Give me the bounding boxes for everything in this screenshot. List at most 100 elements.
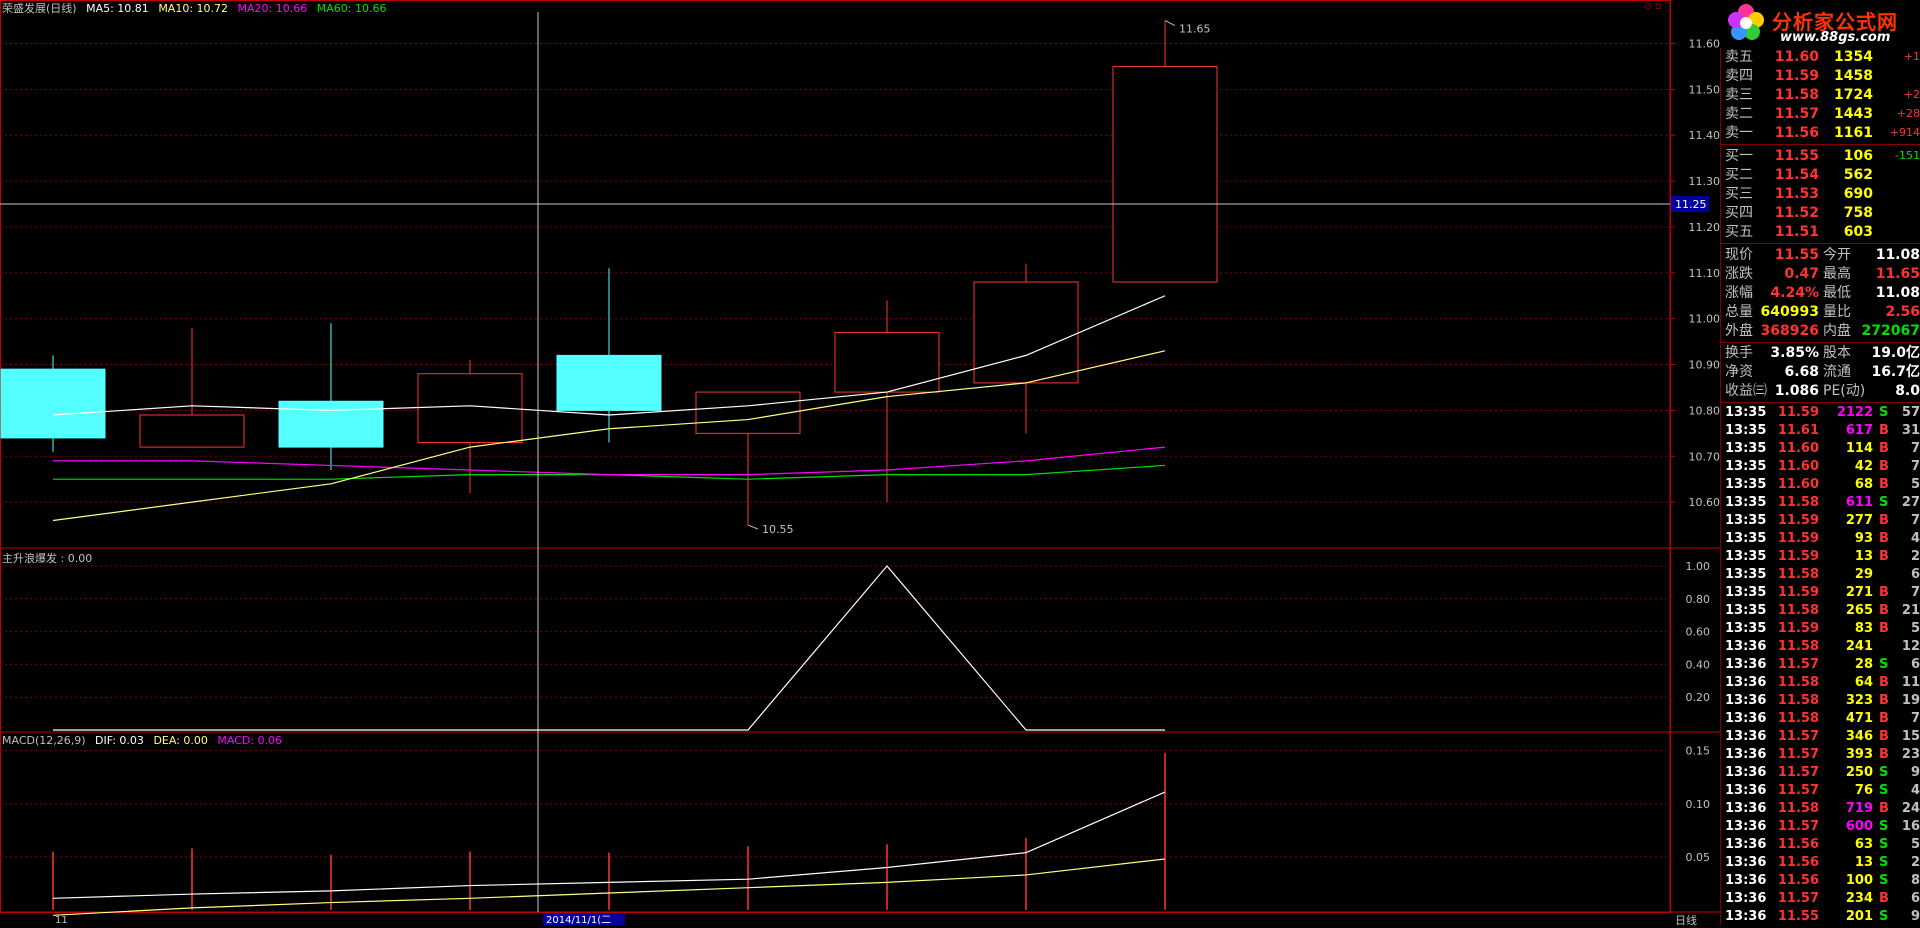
tick-row: 13:36 11.57 346 B 15 <box>1721 728 1920 746</box>
tick-time: 13:35 <box>1725 477 1767 492</box>
indicator-tick-label: 0.80 <box>1686 593 1711 606</box>
price-tick-label: 10.80 <box>1689 404 1721 417</box>
tick-side: B <box>1879 675 1889 690</box>
tick-time: 13:35 <box>1725 441 1767 456</box>
ask-price: 11.59 <box>1774 68 1819 84</box>
ask-price: 11.57 <box>1774 106 1819 122</box>
ask-change: +28 <box>1896 107 1920 120</box>
tick-side: B <box>1879 441 1889 456</box>
high-marker-label: 11.65 <box>1179 23 1211 36</box>
tick-time: 13:36 <box>1725 801 1767 816</box>
tick-count: 12 <box>1901 639 1920 654</box>
tick-price: 11.58 <box>1777 495 1819 510</box>
quote-value: 8.0 <box>1895 383 1920 399</box>
quote-label: 股本 <box>1823 345 1851 361</box>
tick-price: 11.59 <box>1777 549 1819 564</box>
order-book-ask-row: 卖四 11.59 1458 <box>1721 67 1920 85</box>
quote-label: PE(动) <box>1823 383 1866 399</box>
tick-price: 11.56 <box>1777 837 1819 852</box>
order-book-bid-row: 买一 11.55 106 -151 <box>1721 147 1920 165</box>
tick-time: 13:36 <box>1725 783 1767 798</box>
tick-price: 11.58 <box>1777 567 1819 582</box>
period-tab[interactable]: 日线 <box>1675 912 1697 928</box>
tick-volume: 93 <box>1854 531 1873 546</box>
ask-volume: 1443 <box>1834 106 1873 122</box>
tick-price: 11.57 <box>1777 891 1819 906</box>
tick-row: 13:35 11.59 271 B 7 <box>1721 584 1920 602</box>
quote-row: 涨跌 0.47 最高 11.65 <box>1721 265 1920 283</box>
tick-time: 13:36 <box>1725 765 1767 780</box>
ask-price: 11.56 <box>1774 125 1819 141</box>
tick-price: 11.60 <box>1777 441 1819 456</box>
tick-time: 13:35 <box>1725 585 1767 600</box>
indicator-tick-label: 1.00 <box>1686 560 1711 573</box>
quote-label: 换手 <box>1725 345 1753 361</box>
tick-row: 13:35 11.61 617 B 31 <box>1721 422 1920 440</box>
tick-volume: 29 <box>1854 567 1873 582</box>
tick-price: 11.57 <box>1777 819 1819 834</box>
quote-value: 11.55 <box>1774 247 1819 263</box>
quote-label: 涨幅 <box>1725 285 1753 301</box>
bid-change: -151 <box>1895 149 1920 162</box>
bid-price: 11.54 <box>1774 167 1819 183</box>
indicator-header: 主升浪爆发 : 0.00 <box>2 552 93 565</box>
tick-volume: 323 <box>1845 693 1873 708</box>
tick-volume: 265 <box>1845 603 1873 618</box>
tick-side: B <box>1879 549 1889 564</box>
quote-row: 净资 6.68 流通 16.7亿 <box>1721 363 1920 381</box>
kline-chart-area[interactable]: 11.60 11.50 11.40 11.30 11.20 11.10 11.00 10.90… <box>0 0 1720 925</box>
bid-price: 11.52 <box>1774 205 1819 221</box>
tick-count: 5 <box>1910 837 1920 852</box>
tick-side: S <box>1879 405 1889 420</box>
quote-value: 11.08 <box>1875 247 1920 263</box>
bid-volume: 106 <box>1843 148 1873 164</box>
quote-value: 6.68 <box>1784 364 1819 380</box>
price-tick-label: 10.90 <box>1689 359 1721 372</box>
candle-body-down <box>0 368 106 439</box>
indicator-tick-label: 0.40 <box>1686 658 1711 671</box>
macd-tick-label: 0.05 <box>1686 851 1711 864</box>
tick-count: 31 <box>1901 423 1920 438</box>
quote-value: 3.85% <box>1770 345 1819 361</box>
price-tick-label: 11.40 <box>1689 129 1721 142</box>
ma5-label: MA5: 10.81 <box>86 2 149 15</box>
order-book-ask-row: 卖三 11.58 1724 +2 <box>1721 86 1920 104</box>
ma20-line <box>53 446 1166 476</box>
tick-time: 13:35 <box>1725 405 1767 420</box>
quote-label: 量比 <box>1823 304 1851 320</box>
tick-side: S <box>1879 657 1889 672</box>
tick-time: 13:35 <box>1725 621 1767 636</box>
order-book-ask-row: 卖一 11.56 1161 +914 <box>1721 124 1920 142</box>
order-book-ask-row: 卖二 11.57 1443 +28 <box>1721 105 1920 123</box>
tick-volume: 250 <box>1845 765 1873 780</box>
chart-corner-icons[interactable]: ◇ ▫ <box>1644 1 1662 12</box>
tick-count: 21 <box>1901 603 1920 618</box>
tick-row: 13:35 11.60 114 B 7 <box>1721 440 1920 458</box>
tick-count: 4 <box>1910 531 1920 546</box>
tick-count: 5 <box>1910 477 1920 492</box>
tick-volume: 611 <box>1845 495 1873 510</box>
tick-row: 13:36 11.56 13 S 2 <box>1721 854 1920 872</box>
tick-row: 13:35 11.59 93 B 4 <box>1721 530 1920 548</box>
ask-volume: 1161 <box>1834 125 1873 141</box>
ask-label: 卖三 <box>1725 87 1753 103</box>
quote-value: 16.7亿 <box>1871 364 1920 380</box>
price-tick-label: 11.30 <box>1689 175 1721 188</box>
tick-time: 13:36 <box>1725 909 1767 924</box>
tick-price: 11.55 <box>1777 909 1819 924</box>
price-tick-label: 11.50 <box>1689 83 1721 96</box>
kline-chart-svg[interactable]: 11.60 11.50 11.40 11.30 11.20 11.10 11.00 10.90… <box>0 0 1720 925</box>
tick-side: B <box>1879 711 1889 726</box>
tick-side: S <box>1879 855 1889 870</box>
tick-price: 11.59 <box>1777 513 1819 528</box>
macd-dea: DEA: 0.00 <box>153 734 208 747</box>
tick-side: B <box>1879 513 1889 528</box>
ask-change: +1 <box>1903 50 1920 63</box>
ask-volume: 1354 <box>1834 49 1873 65</box>
ticks-separator <box>1721 402 1920 403</box>
tick-row: 13:36 11.56 63 S 5 <box>1721 836 1920 854</box>
tick-count: 2 <box>1910 549 1920 564</box>
tick-side: B <box>1879 621 1889 636</box>
quote-value: 1.086 <box>1774 383 1819 399</box>
tick-time: 13:35 <box>1725 549 1767 564</box>
